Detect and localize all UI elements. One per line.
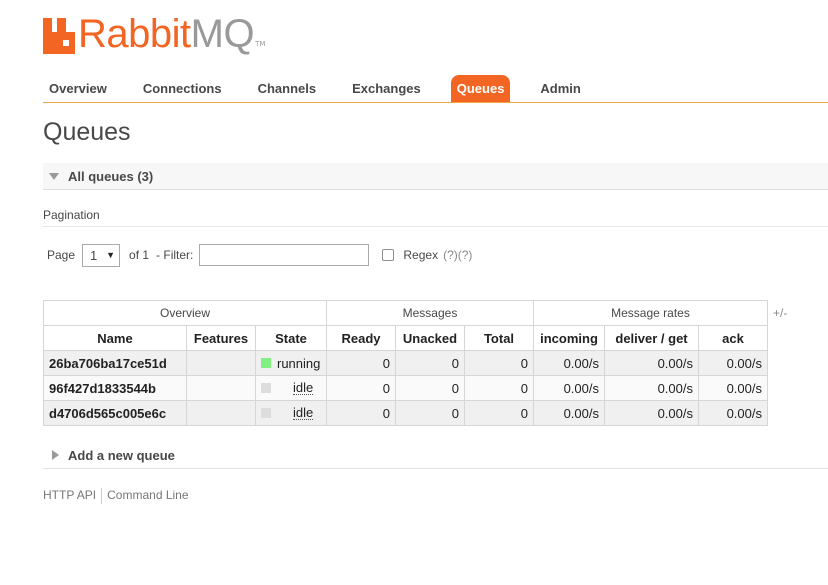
- queue-features: [186, 400, 256, 426]
- queue-deliver-get-rate: 0.00/s: [604, 400, 699, 426]
- queue-unacked: 0: [395, 400, 465, 426]
- all-queues-toggle[interactable]: All queues (3): [43, 163, 828, 190]
- queue-state: idle: [255, 400, 327, 426]
- status-indicator-icon: [261, 408, 271, 418]
- queue-name-link[interactable]: 26ba706ba17ce51d: [43, 350, 187, 376]
- queue-total: 0: [464, 400, 534, 426]
- main-nav: Overview Connections Channels Exchanges …: [43, 75, 828, 103]
- column-header-features[interactable]: Features: [186, 325, 256, 351]
- logo-text: RabbitMQ: [78, 12, 255, 56]
- table-row: 26ba706ba17ce51d running 0 0 0 0.00/s 0.…: [43, 350, 768, 376]
- help-link[interactable]: (?): [443, 248, 458, 262]
- queue-ack-rate: 0.00/s: [698, 350, 768, 376]
- nav-tab-channels[interactable]: Channels: [252, 75, 323, 102]
- expand-triangle-icon: [52, 450, 59, 460]
- column-header-name[interactable]: Name: [43, 325, 187, 351]
- column-header-deliver-get[interactable]: deliver / get: [604, 325, 699, 351]
- queue-name-link[interactable]: d4706d565c005e6c: [43, 400, 187, 426]
- filter-input[interactable]: [199, 244, 370, 266]
- queue-unacked: 0: [395, 375, 465, 401]
- table-row: d4706d565c005e6c idle 0 0 0 0.00/s 0.00/…: [43, 400, 768, 426]
- logo-text-mq: MQ: [190, 12, 255, 56]
- column-header-total[interactable]: Total: [464, 325, 534, 351]
- queue-ready: 0: [326, 375, 396, 401]
- column-header-incoming[interactable]: incoming: [533, 325, 605, 351]
- queue-state: idle: [255, 375, 327, 401]
- queue-total: 0: [464, 350, 534, 376]
- queue-state: running: [255, 350, 327, 376]
- queue-features: [186, 350, 256, 376]
- column-header-ack[interactable]: ack: [698, 325, 768, 351]
- add-queue-toggle[interactable]: Add a new queue: [43, 442, 828, 469]
- chevron-down-icon: ▼: [106, 250, 116, 260]
- command-line-link[interactable]: Command Line: [107, 488, 188, 504]
- status-indicator-icon: [261, 358, 271, 368]
- queue-unacked: 0: [395, 350, 465, 376]
- group-header-messages: Messages: [326, 300, 534, 326]
- page-label: Page: [47, 248, 76, 262]
- queue-state-text[interactable]: idle: [293, 381, 314, 395]
- column-header-ready[interactable]: Ready: [326, 325, 396, 351]
- logo-text-rabbit: Rabbit: [78, 12, 191, 56]
- footer-divider: [101, 488, 103, 504]
- add-queue-label: Add a new queue: [68, 447, 175, 463]
- queue-deliver-get-rate: 0.00/s: [604, 375, 699, 401]
- filter-label: - Filter:: [156, 248, 194, 262]
- help-link[interactable]: (?): [458, 248, 473, 262]
- queue-deliver-get-rate: 0.00/s: [604, 350, 699, 376]
- queue-ack-rate: 0.00/s: [698, 400, 768, 426]
- queue-features: [186, 375, 256, 401]
- table-row: 96f427d1833544b idle 0 0 0 0.00/s 0.00/s…: [43, 375, 768, 401]
- footer: HTTP API Command Line: [43, 488, 189, 504]
- rabbitmq-logo[interactable]: RabbitMQ TM: [43, 14, 265, 54]
- queue-incoming-rate: 0.00/s: [533, 400, 605, 426]
- queue-ready: 0: [326, 350, 396, 376]
- column-toggle-link[interactable]: +/-: [773, 306, 787, 320]
- column-header-unacked[interactable]: Unacked: [395, 325, 465, 351]
- queue-ack-rate: 0.00/s: [698, 375, 768, 401]
- group-header-message-rates: Message rates: [533, 300, 768, 326]
- status-indicator-icon: [261, 383, 271, 393]
- queues-table: Overview Messages Message rates Name Fea…: [43, 300, 768, 426]
- queue-ready: 0: [326, 400, 396, 426]
- page-select[interactable]: 1 ▼: [82, 243, 121, 267]
- nav-tab-connections[interactable]: Connections: [137, 75, 228, 102]
- page-title: Queues: [43, 118, 131, 146]
- page-select-value: 1: [90, 247, 98, 263]
- queue-total: 0: [464, 375, 534, 401]
- queue-incoming-rate: 0.00/s: [533, 350, 605, 376]
- column-header-state[interactable]: State: [255, 325, 327, 351]
- nav-tab-admin[interactable]: Admin: [534, 75, 586, 102]
- all-queues-label: All queues (3): [68, 168, 154, 184]
- rabbitmq-logo-icon: [43, 18, 75, 54]
- nav-tab-queues[interactable]: Queues: [450, 75, 511, 102]
- group-header-overview: Overview: [43, 300, 327, 326]
- queue-incoming-rate: 0.00/s: [533, 375, 605, 401]
- queue-state-text[interactable]: idle: [293, 406, 314, 420]
- queue-state-text: running: [277, 355, 321, 371]
- pagination-heading: Pagination: [43, 208, 828, 227]
- nav-tab-exchanges[interactable]: Exchanges: [346, 75, 427, 102]
- logo-trademark: TM: [255, 40, 266, 48]
- nav-tab-overview[interactable]: Overview: [43, 75, 113, 102]
- page-count-label: of 1: [129, 248, 150, 262]
- queue-name-link[interactable]: 96f427d1833544b: [43, 375, 187, 401]
- pagination-filter-row: Page 1 ▼ of 1 - Filter: Regex (?) (?): [47, 243, 472, 267]
- regex-label: Regex: [403, 248, 439, 262]
- regex-checkbox[interactable]: [382, 249, 395, 261]
- http-api-link[interactable]: HTTP API: [43, 488, 96, 504]
- collapse-triangle-icon: [49, 172, 59, 180]
